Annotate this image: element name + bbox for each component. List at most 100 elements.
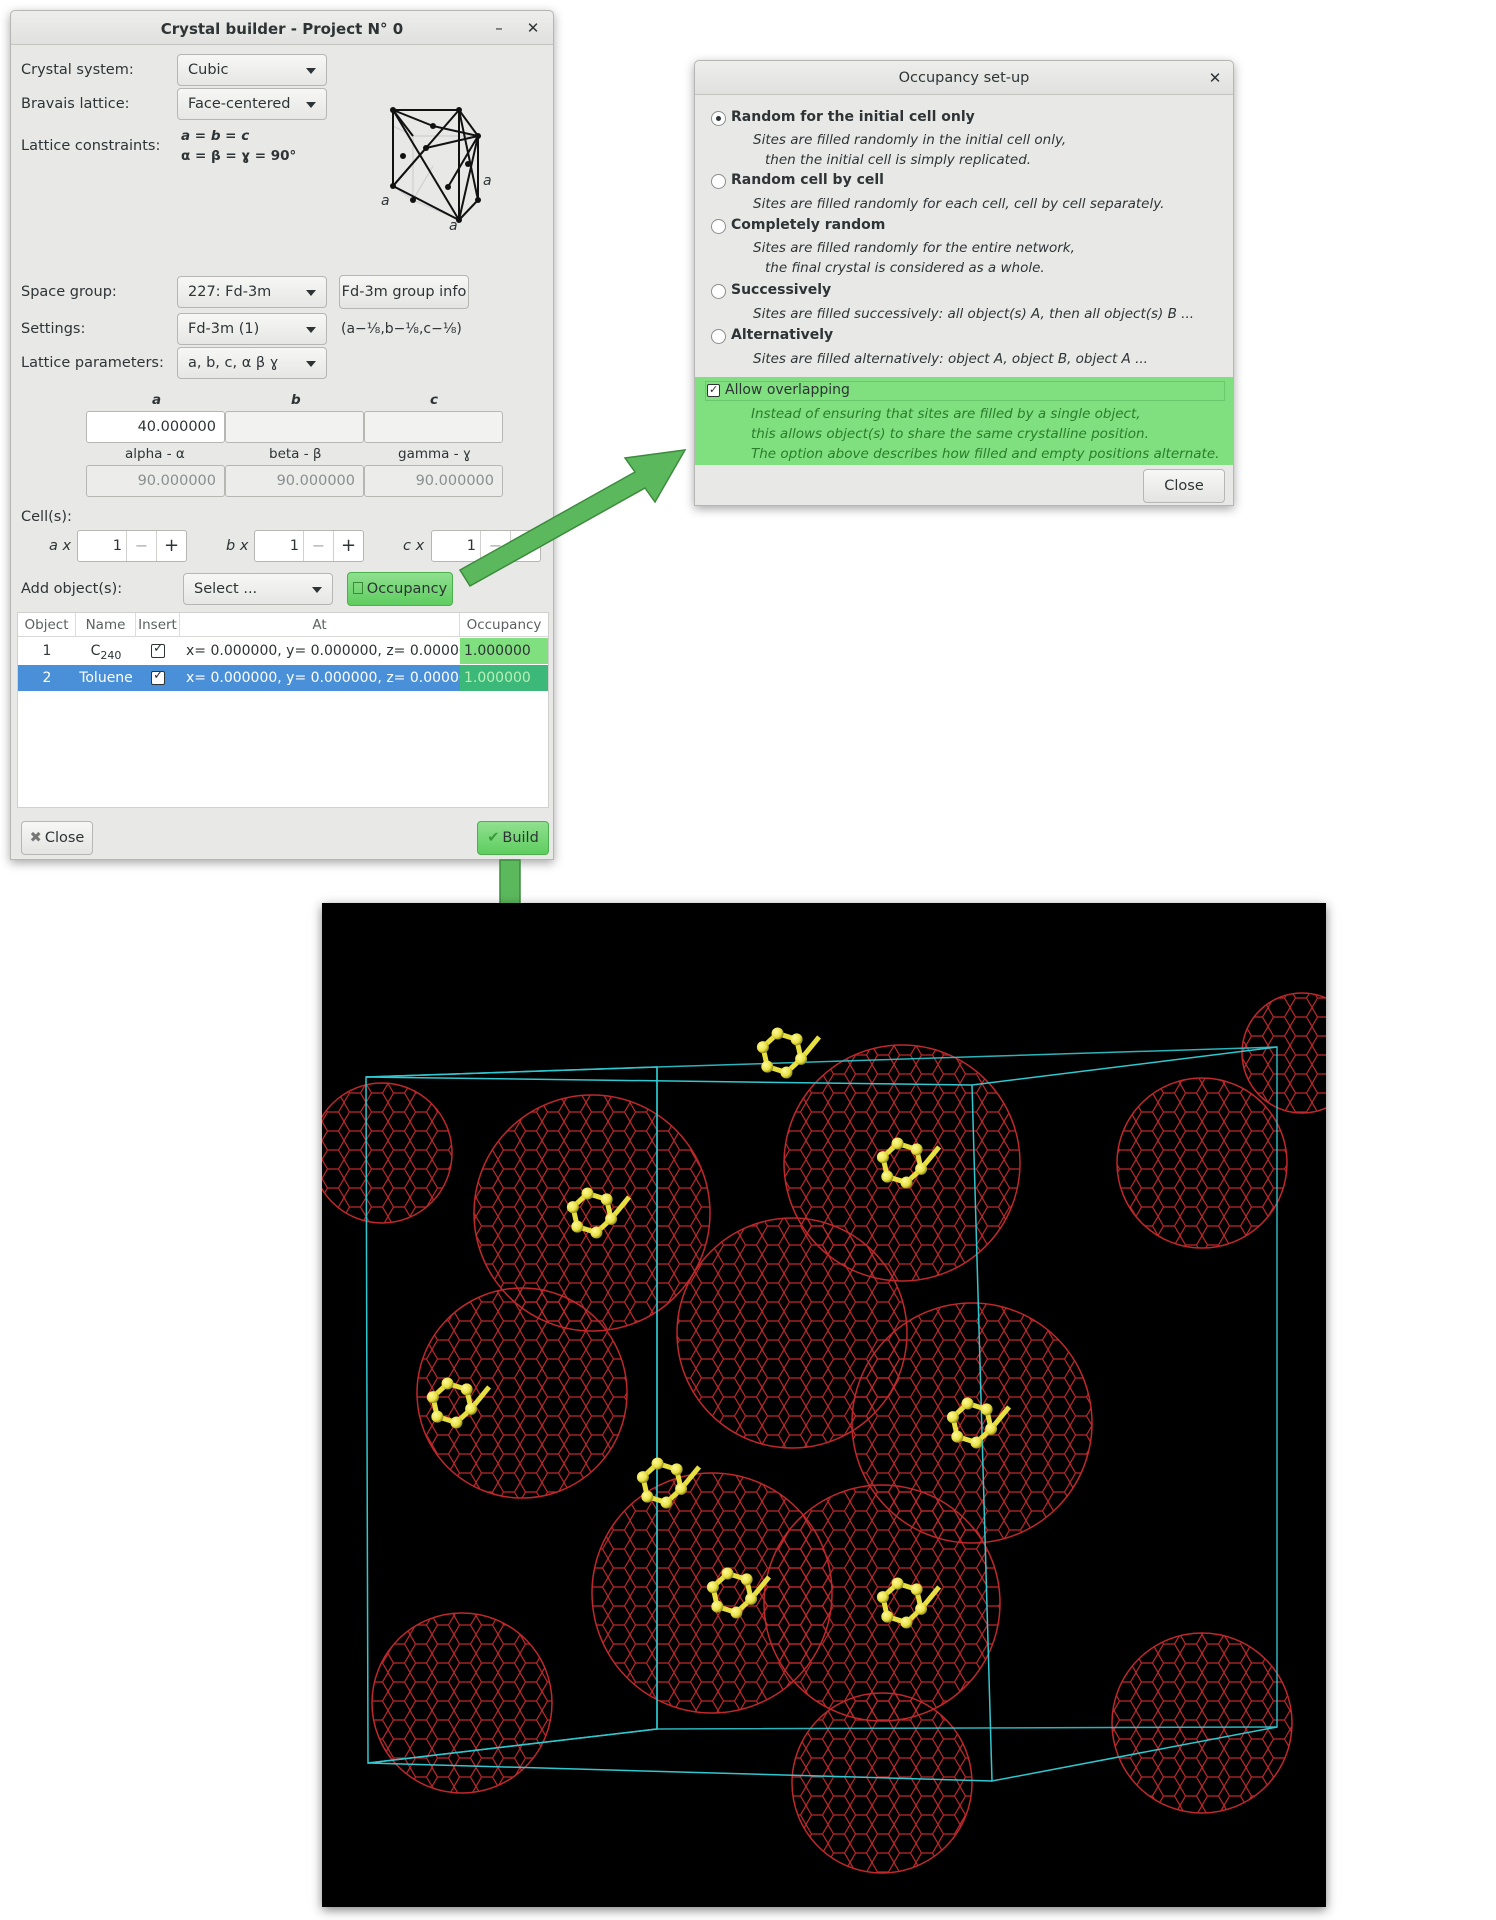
param-b-label: b <box>291 392 301 408</box>
fullerene-cages <box>311 992 1363 1874</box>
crystal-system-combo[interactable]: Cubic <box>177 54 327 86</box>
fullerene-cage <box>1116 1077 1288 1249</box>
lattice-axis-label-a1: a <box>381 193 390 209</box>
lattice-parameters-combo[interactable]: a, b, c, α β ɣ <box>177 347 327 379</box>
fullerene-cage <box>676 1217 908 1449</box>
option-desc: Sites are filled randomly for each cell,… <box>753 196 1165 212</box>
alpha-label: alpha - α <box>125 446 185 462</box>
allow-overlapping-label: Allow overlapping <box>725 382 850 398</box>
object-name: Toluene <box>79 670 133 686</box>
radio-random-cell-by-cell[interactable] <box>711 174 726 189</box>
insert-checkbox[interactable]: ✓ <box>151 641 165 658</box>
crystal-system-value: Cubic <box>188 62 229 78</box>
checkmark-icon: ✓ <box>153 668 164 683</box>
cell-object: 2 <box>42 670 52 686</box>
dropdown-arrow-icon <box>306 361 316 367</box>
constraint-angles: α = β = ɣ = 90° <box>181 148 297 164</box>
arrow-to-occupancy-icon <box>458 449 687 588</box>
occupancy-button[interactable]: Occupancy <box>347 572 453 606</box>
cell-at: x= 0.000000, y= 0.000000, z= 0.000000 <box>186 670 477 686</box>
cell-at: x= 0.000000, y= 0.000000, z= 0.000000 <box>186 643 477 659</box>
crystal-builder-window: Crystal builder - Project N° 0 – ✕ Cryst… <box>10 10 554 860</box>
constraint-abc: a = b = c <box>181 128 250 144</box>
occupancy-dialog: Occupancy set-up ✕ Random for the initia… <box>694 60 1234 506</box>
close-button[interactable]: ✖ Close <box>21 821 93 855</box>
param-b-input[interactable] <box>225 411 364 443</box>
param-a-input[interactable]: 40.000000 <box>86 411 225 443</box>
close-icon[interactable]: ✕ <box>1205 68 1225 88</box>
toluene-molecule <box>756 1027 822 1079</box>
build-button[interactable]: ✔ Build <box>477 821 549 855</box>
cell-b-label: b x <box>226 538 249 554</box>
option-title: Completely random <box>731 217 886 233</box>
decrement-icon[interactable]: − <box>303 531 333 561</box>
settings-note: (a−⅛,b−⅛,c−⅛) <box>341 321 462 337</box>
close-icon[interactable]: ✕ <box>523 18 543 38</box>
cell-occupancy[interactable]: 1.000000 <box>460 638 548 664</box>
cell-a-spinner[interactable]: 1 − + <box>77 530 187 562</box>
cell-occupancy[interactable]: 1.000000 <box>460 665 548 691</box>
beta-input[interactable]: 90.000000 <box>225 465 364 497</box>
cell-object: 1 <box>42 643 52 659</box>
close-x-icon: ✖ <box>29 830 42 846</box>
option-desc: Sites are filled successively: all objec… <box>753 306 1195 322</box>
col-at[interactable]: At <box>180 613 460 637</box>
space-group-combo[interactable]: 227: Fd-3m <box>177 276 327 308</box>
dialog-title-bar[interactable]: Occupancy set-up ✕ <box>695 61 1233 95</box>
table-row-selected[interactable]: 2 Toluene ✓ x= 0.000000, y= 0.000000, z=… <box>18 665 548 691</box>
dialog-close-button[interactable]: Close <box>1143 469 1225 503</box>
cell-c-label: c x <box>403 538 425 554</box>
col-name[interactable]: Name <box>76 613 136 637</box>
lattice-axis-label-a3: a <box>483 173 492 189</box>
crystal-3d-render[interactable] <box>311 903 1363 1907</box>
option-title: Random for the initial cell only <box>731 109 975 125</box>
window-title: Crystal builder - Project N° 0 <box>160 20 404 38</box>
alpha-input[interactable]: 90.000000 <box>86 465 225 497</box>
decrement-icon[interactable]: − <box>126 531 156 561</box>
dropdown-arrow-icon <box>306 290 316 296</box>
col-insert[interactable]: Insert <box>136 613 180 637</box>
option-desc: Sites are filled randomly for the entire… <box>753 240 1075 256</box>
option-desc: Sites are filled randomly in the initial… <box>753 132 1067 148</box>
increment-icon[interactable]: + <box>333 531 363 561</box>
col-object[interactable]: Object <box>18 613 76 637</box>
radio-alternatively[interactable] <box>711 329 726 344</box>
option-title: Successively <box>731 282 832 298</box>
beta-label: beta - β <box>269 446 322 462</box>
bravais-lattice-combo[interactable]: Face-centered <box>177 88 327 120</box>
cell-name: C240 <box>76 638 136 664</box>
checkmark-icon: ✓ <box>709 383 719 396</box>
group-info-button[interactable]: Fd-3m group info <box>339 275 469 309</box>
fullerene-cage <box>1241 992 1363 1114</box>
radio-successively[interactable] <box>711 284 726 299</box>
overlap-desc: The option above describes how filled an… <box>751 446 1220 462</box>
bravais-lattice-label: Bravais lattice: <box>21 96 130 112</box>
radio-random-initial-cell[interactable] <box>711 111 726 126</box>
allow-overlapping-panel: ✓ Allow overlapping Instead of ensuring … <box>695 377 1233 465</box>
allow-overlapping-checkbox[interactable]: ✓ <box>707 383 720 397</box>
fullerene-cage <box>416 1287 628 1499</box>
title-bar[interactable]: Crystal builder - Project N° 0 – ✕ <box>11 11 553 45</box>
option-title: Alternatively <box>731 327 834 343</box>
param-c-input[interactable] <box>364 411 503 443</box>
insert-checkbox[interactable]: ✓ <box>151 668 165 685</box>
settings-combo[interactable]: Fd-3m (1) <box>177 313 327 345</box>
lattice-constraints-label: Lattice constraints: <box>21 138 161 154</box>
cell-b-spinner[interactable]: 1 − + <box>254 530 364 562</box>
objects-table: Object Name Insert At Occupancy 1 C240 ✓… <box>17 612 549 808</box>
overlap-desc: this allows object(s) to share the same … <box>751 426 1149 442</box>
radio-completely-random[interactable] <box>711 219 726 234</box>
param-a-label: a <box>152 392 162 408</box>
add-objects-combo[interactable]: Select ... <box>183 573 333 605</box>
settings-value: Fd-3m (1) <box>188 321 260 337</box>
space-group-value: 227: Fd-3m <box>188 284 272 300</box>
minimize-icon[interactable]: – <box>489 18 509 38</box>
close-button-label: Close <box>44 830 85 846</box>
col-occupancy[interactable]: Occupancy <box>460 613 548 637</box>
increment-icon[interactable]: + <box>156 531 186 561</box>
option-title: Random cell by cell <box>731 172 884 188</box>
object-name: C <box>90 643 101 659</box>
table-row[interactable]: 1 C240 ✓ x= 0.000000, y= 0.000000, z= 0.… <box>18 638 548 664</box>
lattice-axis-label-a2: a <box>449 218 458 234</box>
checkmark-icon: ✓ <box>153 641 164 656</box>
